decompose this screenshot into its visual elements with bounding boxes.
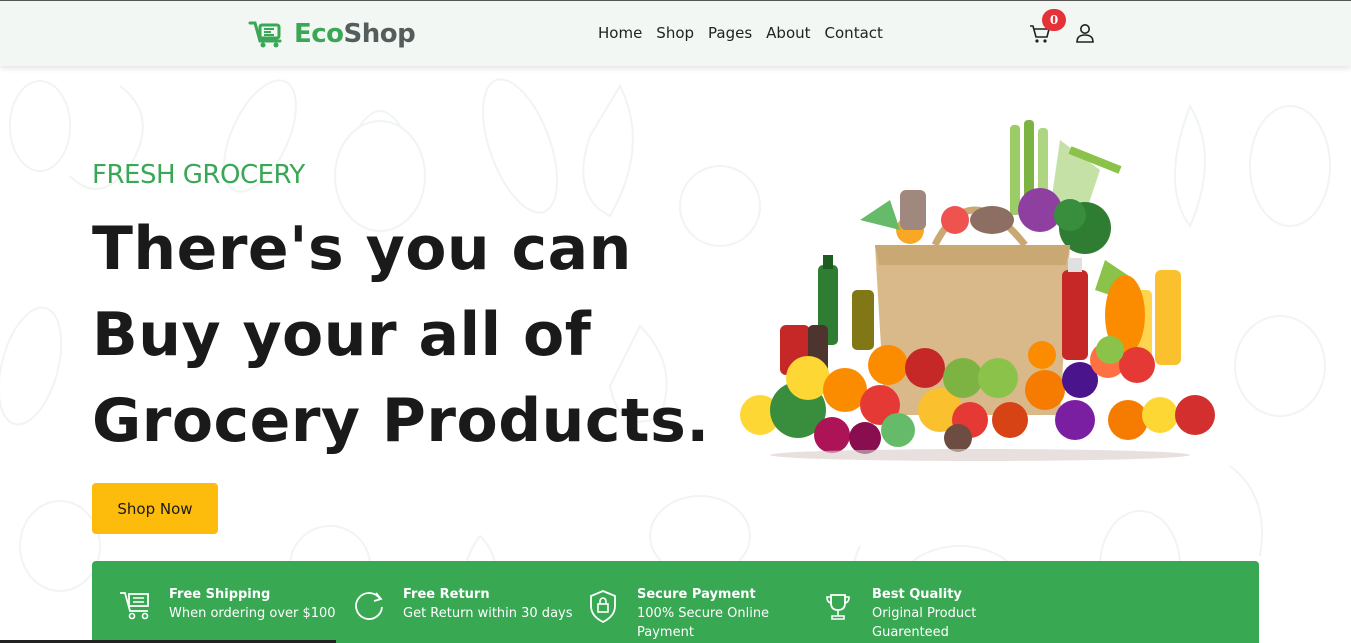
user-account-icon[interactable] <box>1075 23 1095 43</box>
feature-title: Free Return <box>403 587 490 602</box>
logo-eco-text: Eco <box>294 19 344 49</box>
return-arrow-icon <box>355 592 383 620</box>
hero-headline: There's you can Buy your all of Grocery … <box>92 206 712 464</box>
hero-eyebrow: FRESH GROCERY <box>92 160 305 190</box>
nav-home[interactable]: Home <box>598 24 642 42</box>
feature-best-quality: Best Quality Original Product Guarenteed <box>821 585 976 642</box>
nav-contact[interactable]: Contact <box>825 24 883 42</box>
headline-line: Grocery Products. <box>92 386 710 456</box>
feature-free-shipping: Free Shipping When ordering over $100 <box>118 585 336 625</box>
secure-lock-shield-icon <box>590 590 616 624</box>
headline-line: There's you can <box>92 214 632 284</box>
logo-cart-icon <box>248 21 282 48</box>
feature-secure-payment: Secure Payment 100% Secure Online Paymen… <box>586 585 769 642</box>
feature-desc: 100% Secure Online <box>637 606 770 621</box>
feature-title: Free Shipping <box>169 587 271 602</box>
main-nav: Home Shop Pages About Contact <box>598 24 897 42</box>
headline-line: Buy your all of <box>92 300 592 370</box>
cart-count-badge: 0 <box>1042 9 1066 31</box>
feature-desc: Payment <box>637 625 694 640</box>
brand-logo[interactable]: EcoShop <box>248 17 416 51</box>
site-header: EcoShop Home Shop Pages About Contact 0 <box>0 0 1351 66</box>
nav-about[interactable]: About <box>766 24 810 42</box>
features-bar: Free Shipping When ordering over $100 Fr… <box>92 561 1259 643</box>
feature-desc: Get Return within 30 days <box>403 606 573 621</box>
feature-title: Secure Payment <box>637 587 756 602</box>
feature-desc: Guarenteed <box>872 625 949 640</box>
feature-desc: When ordering over $100 <box>169 606 336 621</box>
nav-shop[interactable]: Shop <box>656 24 694 42</box>
shipping-cart-icon <box>120 592 149 620</box>
nav-pages[interactable]: Pages <box>708 24 752 42</box>
logo-shop-text: Shop <box>343 19 416 49</box>
feature-free-return: Free Return Get Return within 30 days <box>352 585 573 625</box>
trophy-icon <box>826 594 850 620</box>
feature-desc: Original Product <box>872 606 977 621</box>
shop-now-button[interactable]: Shop Now <box>92 483 218 534</box>
grocery-bag-image <box>740 120 1215 461</box>
feature-title: Best Quality <box>872 587 962 602</box>
